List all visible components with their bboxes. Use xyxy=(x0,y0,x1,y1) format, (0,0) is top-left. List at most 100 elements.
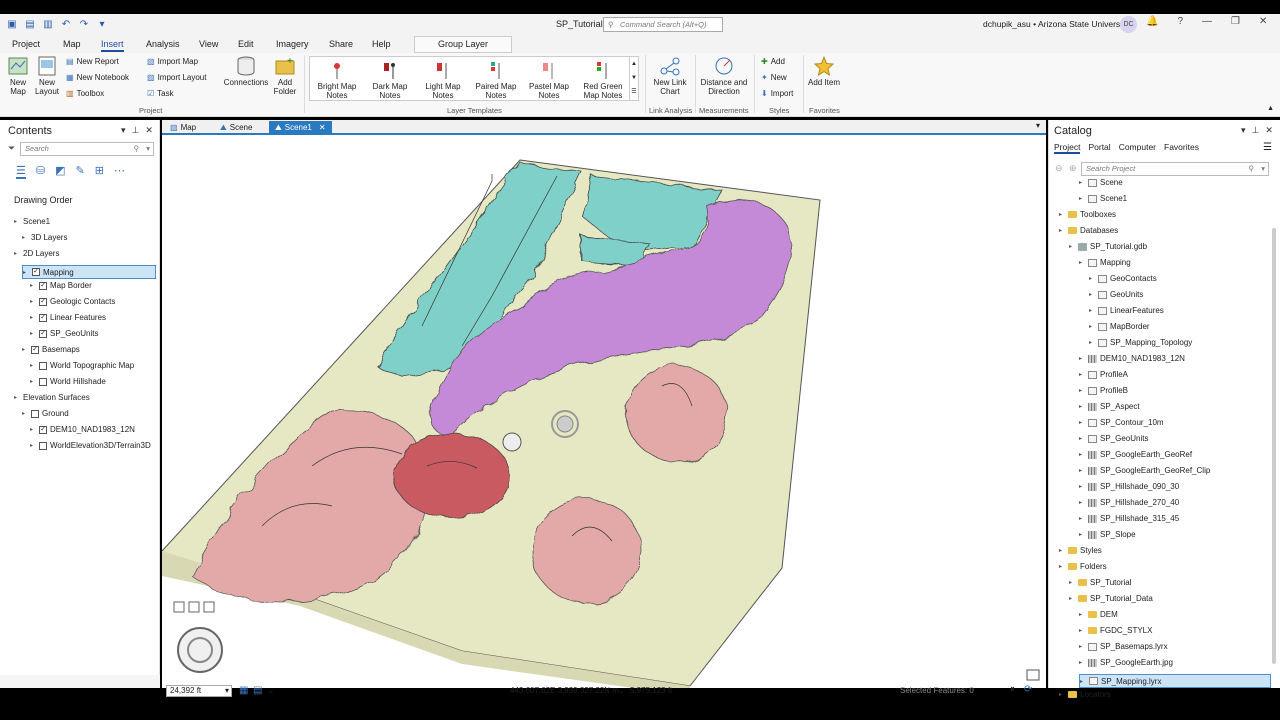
layer-visibility-checkbox[interactable] xyxy=(39,361,47,370)
toolbox-button[interactable]: ▥ Toolbox xyxy=(66,89,104,98)
template-red-green-map-notes[interactable]: Red Green Map Notes xyxy=(578,59,628,100)
collapse-ribbon-icon[interactable]: ▲ xyxy=(1267,105,1274,112)
contents-item[interactable]: ▸ 2D Layers xyxy=(14,249,59,258)
view-tab-scene1[interactable]: ⛰ Scene1 ✕ xyxy=(269,121,332,134)
layer-visibility-checkbox[interactable] xyxy=(31,409,39,418)
catalog-item[interactable]: ▸ Databases xyxy=(1059,226,1118,235)
template-bright-map-notes[interactable]: Bright Map Notes xyxy=(314,59,360,100)
contents-item[interactable]: ▸ ✓ SP_GeoUnits xyxy=(30,329,98,338)
contents-item[interactable]: ▸ Elevation Surfaces xyxy=(14,393,90,402)
catalog-item[interactable]: ▸ Scene1 xyxy=(1079,194,1127,203)
contents-item[interactable]: ▸ World Topographic Map xyxy=(30,361,134,370)
catalog-item[interactable]: ▸ DEM10_NAD1983_12N xyxy=(1079,354,1185,363)
contents-item[interactable]: ▸ Ground xyxy=(22,409,69,418)
expand-arrow-icon[interactable]: ▸ xyxy=(1079,611,1085,618)
chevron-down-icon[interactable]: ▾ xyxy=(121,125,126,136)
template-paired-map-notes[interactable]: Paired Map Notes xyxy=(473,59,519,100)
expand-arrow-icon[interactable]: ▸ xyxy=(1079,419,1085,426)
catalog-item[interactable]: ▸ GeoUnits xyxy=(1089,290,1143,299)
catalog-item[interactable]: ▸ SP_Hillshade_270_40 xyxy=(1079,498,1179,507)
expand-arrow-icon[interactable]: ▸ xyxy=(1089,339,1095,346)
tab-view[interactable]: View xyxy=(199,39,218,49)
chevron-down-icon[interactable]: ⌄ xyxy=(618,686,625,695)
catalog-item[interactable]: ▸ SP_Tutorial.gdb xyxy=(1069,242,1147,251)
close-icon[interactable]: ✕ xyxy=(1265,125,1273,136)
expand-arrow-icon[interactable]: ▸ xyxy=(1059,547,1065,554)
expand-arrow-icon[interactable]: ▸ xyxy=(1079,451,1085,458)
bell-icon[interactable]: 🔔 xyxy=(1146,16,1158,27)
terrain-scene[interactable] xyxy=(162,136,1046,688)
catalog-item[interactable]: ▸ SP_Mapping.lyrx xyxy=(1079,674,1271,688)
layer-visibility-checkbox[interactable] xyxy=(39,377,47,386)
new-map-button[interactable]: New Map xyxy=(5,55,31,96)
tab-insert[interactable]: Insert xyxy=(101,39,124,52)
expand-arrow-icon[interactable]: ▸ xyxy=(1079,387,1085,394)
import-layout-button[interactable]: ▨ Import Layout xyxy=(147,73,206,82)
catalog-item[interactable]: ▸ SP_Basemaps.lyrx xyxy=(1079,642,1168,651)
minimize-icon[interactable]: — xyxy=(1202,16,1212,27)
catalog-item[interactable]: ▸ Toolboxes xyxy=(1059,210,1116,219)
expand-arrow-icon[interactable]: ▸ xyxy=(1079,499,1085,506)
contents-item[interactable]: ▸ World Hillshade xyxy=(30,377,106,386)
connections-button[interactable]: Connections xyxy=(223,55,269,88)
pause-icon[interactable]: ⏸ xyxy=(1010,684,1015,695)
distance-direction-button[interactable]: Distance and Direction xyxy=(699,55,749,96)
view-tab-map[interactable]: ▧ Map xyxy=(164,121,202,134)
new-layout-button[interactable]: New Layout xyxy=(32,55,62,96)
expand-arrow-icon[interactable]: ▸ xyxy=(23,269,29,276)
filter-icon[interactable]: ⏷ xyxy=(8,143,15,154)
chevron-down-icon[interactable]: ▾ xyxy=(1036,121,1040,130)
catalog-scrollbar[interactable] xyxy=(1272,228,1276,664)
expand-arrow-icon[interactable]: ▸ xyxy=(1069,595,1075,602)
catalog-item[interactable]: ▸ Mapping xyxy=(1079,258,1131,267)
open-project-icon[interactable]: ▤ xyxy=(24,19,36,31)
scale-selector[interactable]: 24,392 ft ▾ xyxy=(166,685,232,697)
tab-map[interactable]: Map xyxy=(63,39,81,49)
add-item-button[interactable]: Add Item xyxy=(808,55,840,88)
styles-add-button[interactable]: ✚ Add xyxy=(761,57,785,66)
styles-new-button[interactable]: ✦ New xyxy=(761,73,787,82)
expand-arrow-icon[interactable]: ▸ xyxy=(1079,403,1085,410)
expand-arrow-icon[interactable]: ▸ xyxy=(1089,307,1095,314)
add-folder-button[interactable]: + Add Folder xyxy=(271,55,299,96)
expand-arrow-icon[interactable]: ▸ xyxy=(30,426,36,433)
catalog-item[interactable]: ▸ SP_GoogleEarth_GeoRef_Clip xyxy=(1079,466,1210,475)
expand-arrow-icon[interactable]: ▸ xyxy=(30,378,36,385)
expand-arrow-icon[interactable]: ▸ xyxy=(1089,323,1095,330)
catalog-item[interactable]: ▸ SP_GoogleEarth_GeoRef xyxy=(1079,450,1192,459)
close-icon[interactable]: ✕ xyxy=(145,125,153,136)
layer-visibility-checkbox[interactable]: ✓ xyxy=(39,297,47,306)
gallery-scroll[interactable]: ▲ ▼ ☰ xyxy=(629,57,638,100)
catalog-tab-portal[interactable]: Portal xyxy=(1088,142,1110,154)
tab-analysis[interactable]: Analysis xyxy=(146,39,180,49)
expand-arrow-icon[interactable]: ▸ xyxy=(30,314,36,321)
refresh-icon[interactable]: ⟳ xyxy=(1024,684,1032,695)
expand-arrow-icon[interactable]: ▸ xyxy=(1079,531,1085,538)
restore-icon[interactable]: ❐ xyxy=(1231,16,1240,27)
expand-arrow-icon[interactable]: ▸ xyxy=(1079,515,1085,522)
expand-arrow-icon[interactable]: ▸ xyxy=(1079,355,1085,362)
expand-arrow-icon[interactable]: ▸ xyxy=(1079,195,1085,202)
catalog-item[interactable]: ▸ ProfileA xyxy=(1079,370,1128,379)
catalog-item[interactable]: ▸ SP_GoogleEarth.jpg xyxy=(1079,658,1173,667)
template-pastel-map-notes[interactable]: Pastel Map Notes xyxy=(526,59,572,100)
expand-arrow-icon[interactable]: ▸ xyxy=(30,298,36,305)
catalog-item[interactable]: ▸ SP_Aspect xyxy=(1079,402,1140,411)
layer-visibility-checkbox[interactable]: ✓ xyxy=(39,425,47,434)
catalog-tab-project[interactable]: Project xyxy=(1054,142,1081,154)
catalog-item[interactable]: ▸ Styles xyxy=(1059,546,1102,555)
drawing-order-icon[interactable]: ☰ xyxy=(16,164,26,179)
expand-arrow-icon[interactable]: ▸ xyxy=(1079,259,1085,266)
data-source-icon[interactable]: ⛁ xyxy=(36,164,45,179)
view-tab-scene[interactable]: ⛰ Scene xyxy=(214,121,258,134)
expand-arrow-icon[interactable]: ▸ xyxy=(1079,659,1085,666)
contents-item[interactable]: ▸ ✓ Map Border xyxy=(30,281,92,290)
catalog-item[interactable]: ▸ LinearFeatures xyxy=(1089,306,1164,315)
chevron-down-icon[interactable]: ▾ xyxy=(1241,125,1246,136)
layer-visibility-checkbox[interactable]: ✓ xyxy=(32,268,40,276)
contents-item[interactable]: ▸ ✓ Linear Features xyxy=(30,313,106,322)
save-icon[interactable]: ▥ xyxy=(42,19,54,31)
catalog-item[interactable]: ▸ MapBorder xyxy=(1089,322,1150,331)
contents-item[interactable]: ▸ 3D Layers xyxy=(22,233,67,242)
catalog-item[interactable]: ▸ SP_Hillshade_315_45 xyxy=(1079,514,1179,523)
